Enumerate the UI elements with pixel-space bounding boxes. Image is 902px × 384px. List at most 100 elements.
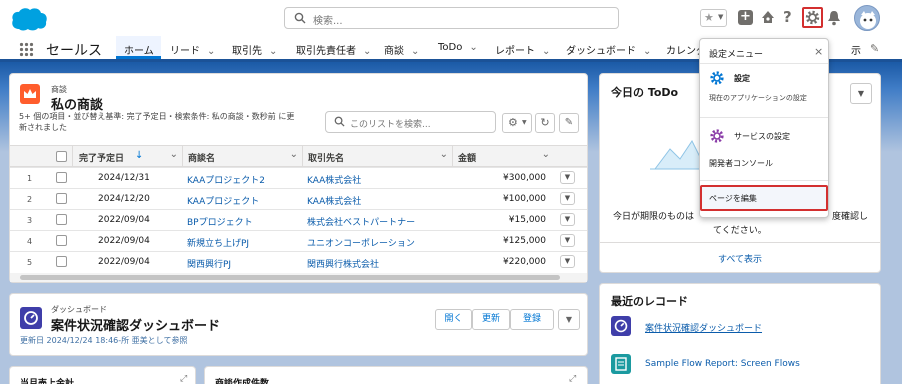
chevron-down-icon: ⌄ <box>289 149 298 160</box>
setup-menu-item-developer-console[interactable]: 開発者コンソール <box>709 158 773 169</box>
table-header: 完了予定日 ↓ ⌄ 商談名 ⌄ 取引先名 ⌄ 金額 ⌄ <box>10 145 587 167</box>
tab-todo[interactable]: ToDo ⌄ <box>438 42 478 53</box>
opportunity-name-link[interactable]: BPプロジェクト <box>187 215 253 228</box>
trailhead-icon[interactable] <box>760 9 776 25</box>
recent-record-item[interactable]: 案件状況確認ダッシュボード <box>611 316 871 338</box>
open-dashboard-button[interactable]: 開く <box>435 309 472 330</box>
amount-cell: ¥15,000 <box>508 215 546 225</box>
dashboard-object-icon <box>20 307 42 329</box>
dashboard-more-menu[interactable]: ▼ <box>558 309 580 330</box>
report-icon <box>611 354 631 374</box>
notifications-bell-icon[interactable] <box>827 10 841 26</box>
row-checkbox[interactable] <box>56 193 67 204</box>
column-header-close-date[interactable]: 完了予定日 ↓ ⌄ <box>72 146 182 166</box>
button-label: 更新 <box>481 314 500 324</box>
row-action-menu[interactable]: ▼ <box>560 213 575 226</box>
gear-icon <box>805 10 820 25</box>
row-action-menu[interactable]: ▼ <box>560 255 575 268</box>
chevron-down-icon: ▼ <box>522 119 527 126</box>
recent-record-item[interactable]: Sample Flow Report: Screen Flows <box>611 354 871 376</box>
expand-icon[interactable]: ⤢ <box>180 374 187 384</box>
row-checkbox[interactable] <box>56 235 67 246</box>
refresh-dashboard-button[interactable]: 更新 <box>472 309 510 330</box>
edit-list-button[interactable]: ✎ <box>559 113 579 133</box>
tab-contact[interactable]: 取引先責任者 ⌄ <box>296 42 371 57</box>
search-icon <box>334 116 345 130</box>
chevron-down-icon: ⌄ <box>207 46 216 57</box>
horizontal-scrollbar[interactable] <box>10 273 587 282</box>
row-action-menu[interactable]: ▼ <box>560 171 575 184</box>
chevron-down-icon: ⌄ <box>541 149 550 160</box>
amount-cell: ¥220,000 <box>503 257 546 267</box>
row-action-menu[interactable]: ▼ <box>560 234 575 247</box>
expand-icon[interactable]: ⤢ <box>569 374 576 384</box>
chevron-down-icon: ⌄ <box>439 149 448 160</box>
close-date-cell: 2022/09/04 <box>98 236 150 246</box>
account-name-link[interactable]: ユニオンコーポレーション <box>307 236 415 249</box>
select-all-checkbox[interactable] <box>56 151 67 162</box>
amount-cell: ¥125,000 <box>503 236 546 246</box>
row-checkbox[interactable] <box>56 172 67 183</box>
recent-record-link[interactable]: 案件状況確認ダッシュボード <box>645 321 762 334</box>
row-number: 3 <box>27 216 33 225</box>
tab-calendar[interactable]: カレンダ <box>666 42 700 57</box>
recent-record-link[interactable]: Sample Flow Report: Screen Flows <box>645 359 800 369</box>
account-name-link[interactable]: KAA株式会社 <box>307 173 361 186</box>
salesforce-logo[interactable] <box>10 6 48 32</box>
help-icon[interactable]: ? <box>783 8 792 26</box>
table-body: 1 2024/12/31 KAAプロジェクト2 KAA株式会社 ¥300,000… <box>10 167 587 272</box>
favorites-star-button[interactable]: ★ ▼ <box>700 9 727 27</box>
opportunity-name-link[interactable]: 新規立ち上げPJ <box>187 236 249 249</box>
row-action-menu[interactable]: ▼ <box>560 192 575 205</box>
chevron-down-icon: ▼ <box>718 13 724 21</box>
dashboard-title[interactable]: 案件状況確認ダッシュボード <box>51 315 220 334</box>
tab-label: ホーム <box>124 46 154 57</box>
close-icon[interactable]: × <box>814 45 823 58</box>
opportunity-name-link[interactable]: KAAプロジェクト2 <box>187 173 265 186</box>
app-launcher-icon[interactable] <box>19 42 34 57</box>
column-header-account-name[interactable]: 取引先名 ⌄ <box>302 146 452 166</box>
account-name-link[interactable]: 関西興行株式会社 <box>307 257 379 270</box>
global-search-box[interactable]: 検索... <box>284 7 619 29</box>
tab-label: リード <box>170 46 200 57</box>
user-avatar[interactable] <box>854 5 880 31</box>
row-number: 4 <box>27 237 33 246</box>
account-name-link[interactable]: 株式会社ベストパートナー <box>307 215 415 228</box>
column-header-amount[interactable]: 金額 ⌄ <box>452 146 554 166</box>
list-settings-button[interactable]: ⚙ ▼ <box>502 113 532 133</box>
edit-nav-pencil-icon[interactable]: ✎ <box>870 42 879 55</box>
object-label: ダッシュボード <box>51 305 107 314</box>
todo-menu-button[interactable]: ▼ <box>850 83 872 104</box>
tab-dashboard[interactable]: ダッシュボード ⌄ <box>566 42 651 57</box>
tab-opportunity[interactable]: 商談 ⌄ <box>384 42 419 57</box>
setup-menu-item-edit-page[interactable]: ページを編集 <box>700 185 828 211</box>
opportunity-name-link[interactable]: KAAプロジェクト <box>187 194 259 207</box>
opportunity-name-link[interactable]: 関西興行PJ <box>187 257 231 270</box>
account-name-link[interactable]: KAA株式会社 <box>307 194 361 207</box>
column-header-opportunity-name[interactable]: 商談名 ⌄ <box>182 146 302 166</box>
card-title: 当月売上金計 <box>20 379 75 384</box>
chevron-down-icon: ⌄ <box>269 46 278 57</box>
gear-icon <box>709 128 725 147</box>
add-icon[interactable]: + <box>738 10 753 25</box>
tab-label: ダッシュボード <box>566 46 636 57</box>
chevron-down-icon: ▼ <box>564 173 571 181</box>
setup-menu-item-setup[interactable]: 設定 現在のアプリケーションの設定 <box>700 65 828 109</box>
tab-lead[interactable]: リード ⌄ <box>170 42 215 57</box>
row-checkbox[interactable] <box>56 256 67 267</box>
row-checkbox[interactable] <box>56 214 67 225</box>
tab-home[interactable]: ホーム <box>116 36 161 59</box>
setup-gear-button[interactable] <box>802 7 823 28</box>
setup-menu-item-service[interactable]: サービスの設定 <box>700 126 828 146</box>
tab-account[interactable]: 取引先 ⌄ <box>232 42 277 57</box>
dashboard-icon <box>611 316 631 336</box>
subscribe-dashboard-button[interactable]: 登録 <box>510 309 554 330</box>
chevron-down-icon: ⌄ <box>643 46 652 57</box>
tab-report[interactable]: レポート ⌄ <box>495 42 550 57</box>
scrollbar-thumb[interactable] <box>20 275 560 280</box>
todo-show-all-link[interactable]: すべて表示 <box>718 252 762 265</box>
nav-overflow-label[interactable]: 示 <box>851 42 861 57</box>
recent-records-card: 最近のレコード 案件状況確認ダッシュボード Sample Flow Report… <box>599 283 881 384</box>
list-search-input[interactable]: このリストを検索... <box>325 111 496 133</box>
refresh-button[interactable]: ↻ <box>535 113 555 133</box>
